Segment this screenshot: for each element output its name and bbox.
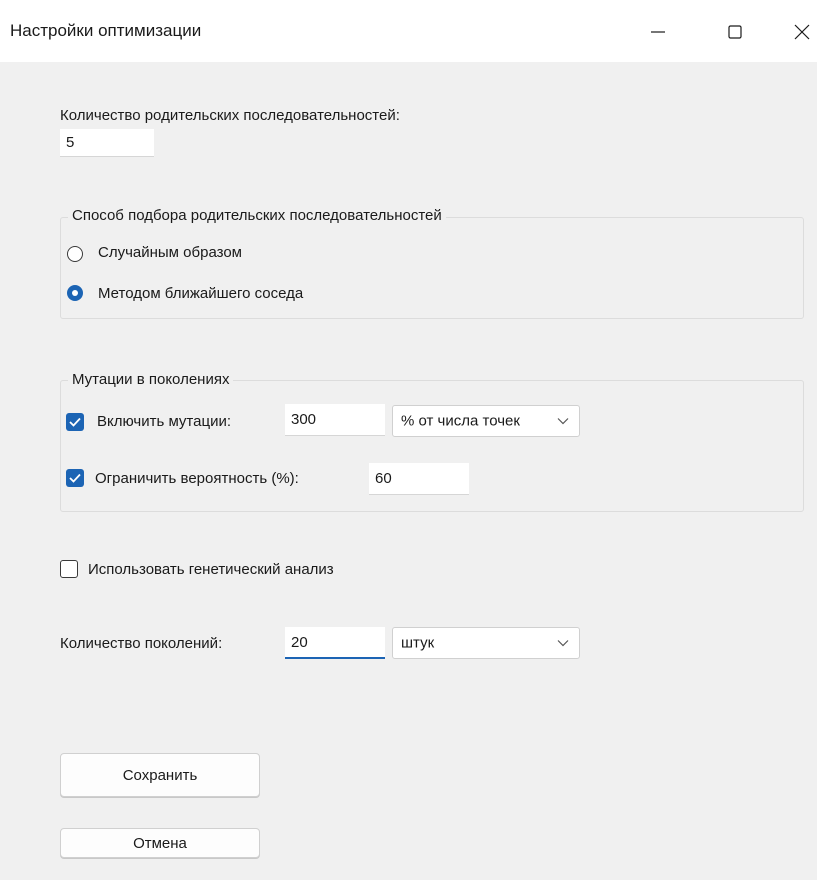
minimize-button[interactable]	[636, 13, 680, 51]
genetic-analysis-checkbox[interactable]	[60, 560, 78, 578]
title-bar[interactable]: Настройки оптимизации	[0, 0, 817, 62]
mutations-unit-dropdown[interactable]: % от числа точек	[392, 405, 580, 437]
parent-count-input[interactable]	[60, 129, 154, 157]
parent-count-label: Количество родительских последовательнос…	[60, 107, 400, 124]
close-icon	[794, 24, 810, 40]
enable-mutations-label[interactable]: Включить мутации:	[97, 413, 231, 430]
mutations-unit-value: % от числа точек	[401, 412, 520, 430]
mutations-legend: Мутации в поколениях	[68, 371, 234, 388]
probability-limit-input[interactable]	[369, 463, 469, 495]
mutations-value-input[interactable]	[285, 404, 385, 436]
limit-probability-label[interactable]: Ограничить вероятность (%):	[95, 470, 299, 487]
close-button[interactable]	[780, 13, 817, 51]
chevron-down-icon	[557, 640, 569, 647]
nearest-neighbor-radio[interactable]	[67, 285, 83, 301]
generations-count-input[interactable]	[285, 627, 385, 659]
nearest-neighbor-radio-label[interactable]: Методом ближайшего соседа	[98, 285, 303, 302]
optimization-settings-window: Настройки оптимизации Количество родител…	[0, 0, 817, 880]
maximize-button[interactable]	[713, 13, 757, 51]
enable-mutations-checkbox[interactable]	[66, 413, 84, 431]
minimize-icon	[651, 31, 665, 33]
maximize-icon	[728, 25, 742, 39]
generations-unit-dropdown[interactable]: штук	[392, 627, 580, 659]
selection-method-legend: Способ подбора родительских последовател…	[68, 207, 446, 224]
selection-method-group	[60, 217, 804, 319]
random-radio[interactable]	[67, 246, 83, 262]
checkmark-icon	[69, 473, 81, 483]
window-title: Настройки оптимизации	[10, 21, 202, 40]
cancel-button[interactable]: Отмена	[60, 828, 260, 858]
save-button[interactable]: Сохранить	[60, 753, 260, 797]
chevron-down-icon	[557, 418, 569, 425]
genetic-analysis-label[interactable]: Использовать генетический анализ	[88, 561, 334, 578]
random-radio-label[interactable]: Случайным образом	[98, 244, 242, 261]
limit-probability-checkbox[interactable]	[66, 469, 84, 487]
checkmark-icon	[69, 417, 81, 427]
generations-count-label: Количество поколений:	[60, 635, 223, 652]
generations-unit-value: штук	[401, 634, 435, 652]
